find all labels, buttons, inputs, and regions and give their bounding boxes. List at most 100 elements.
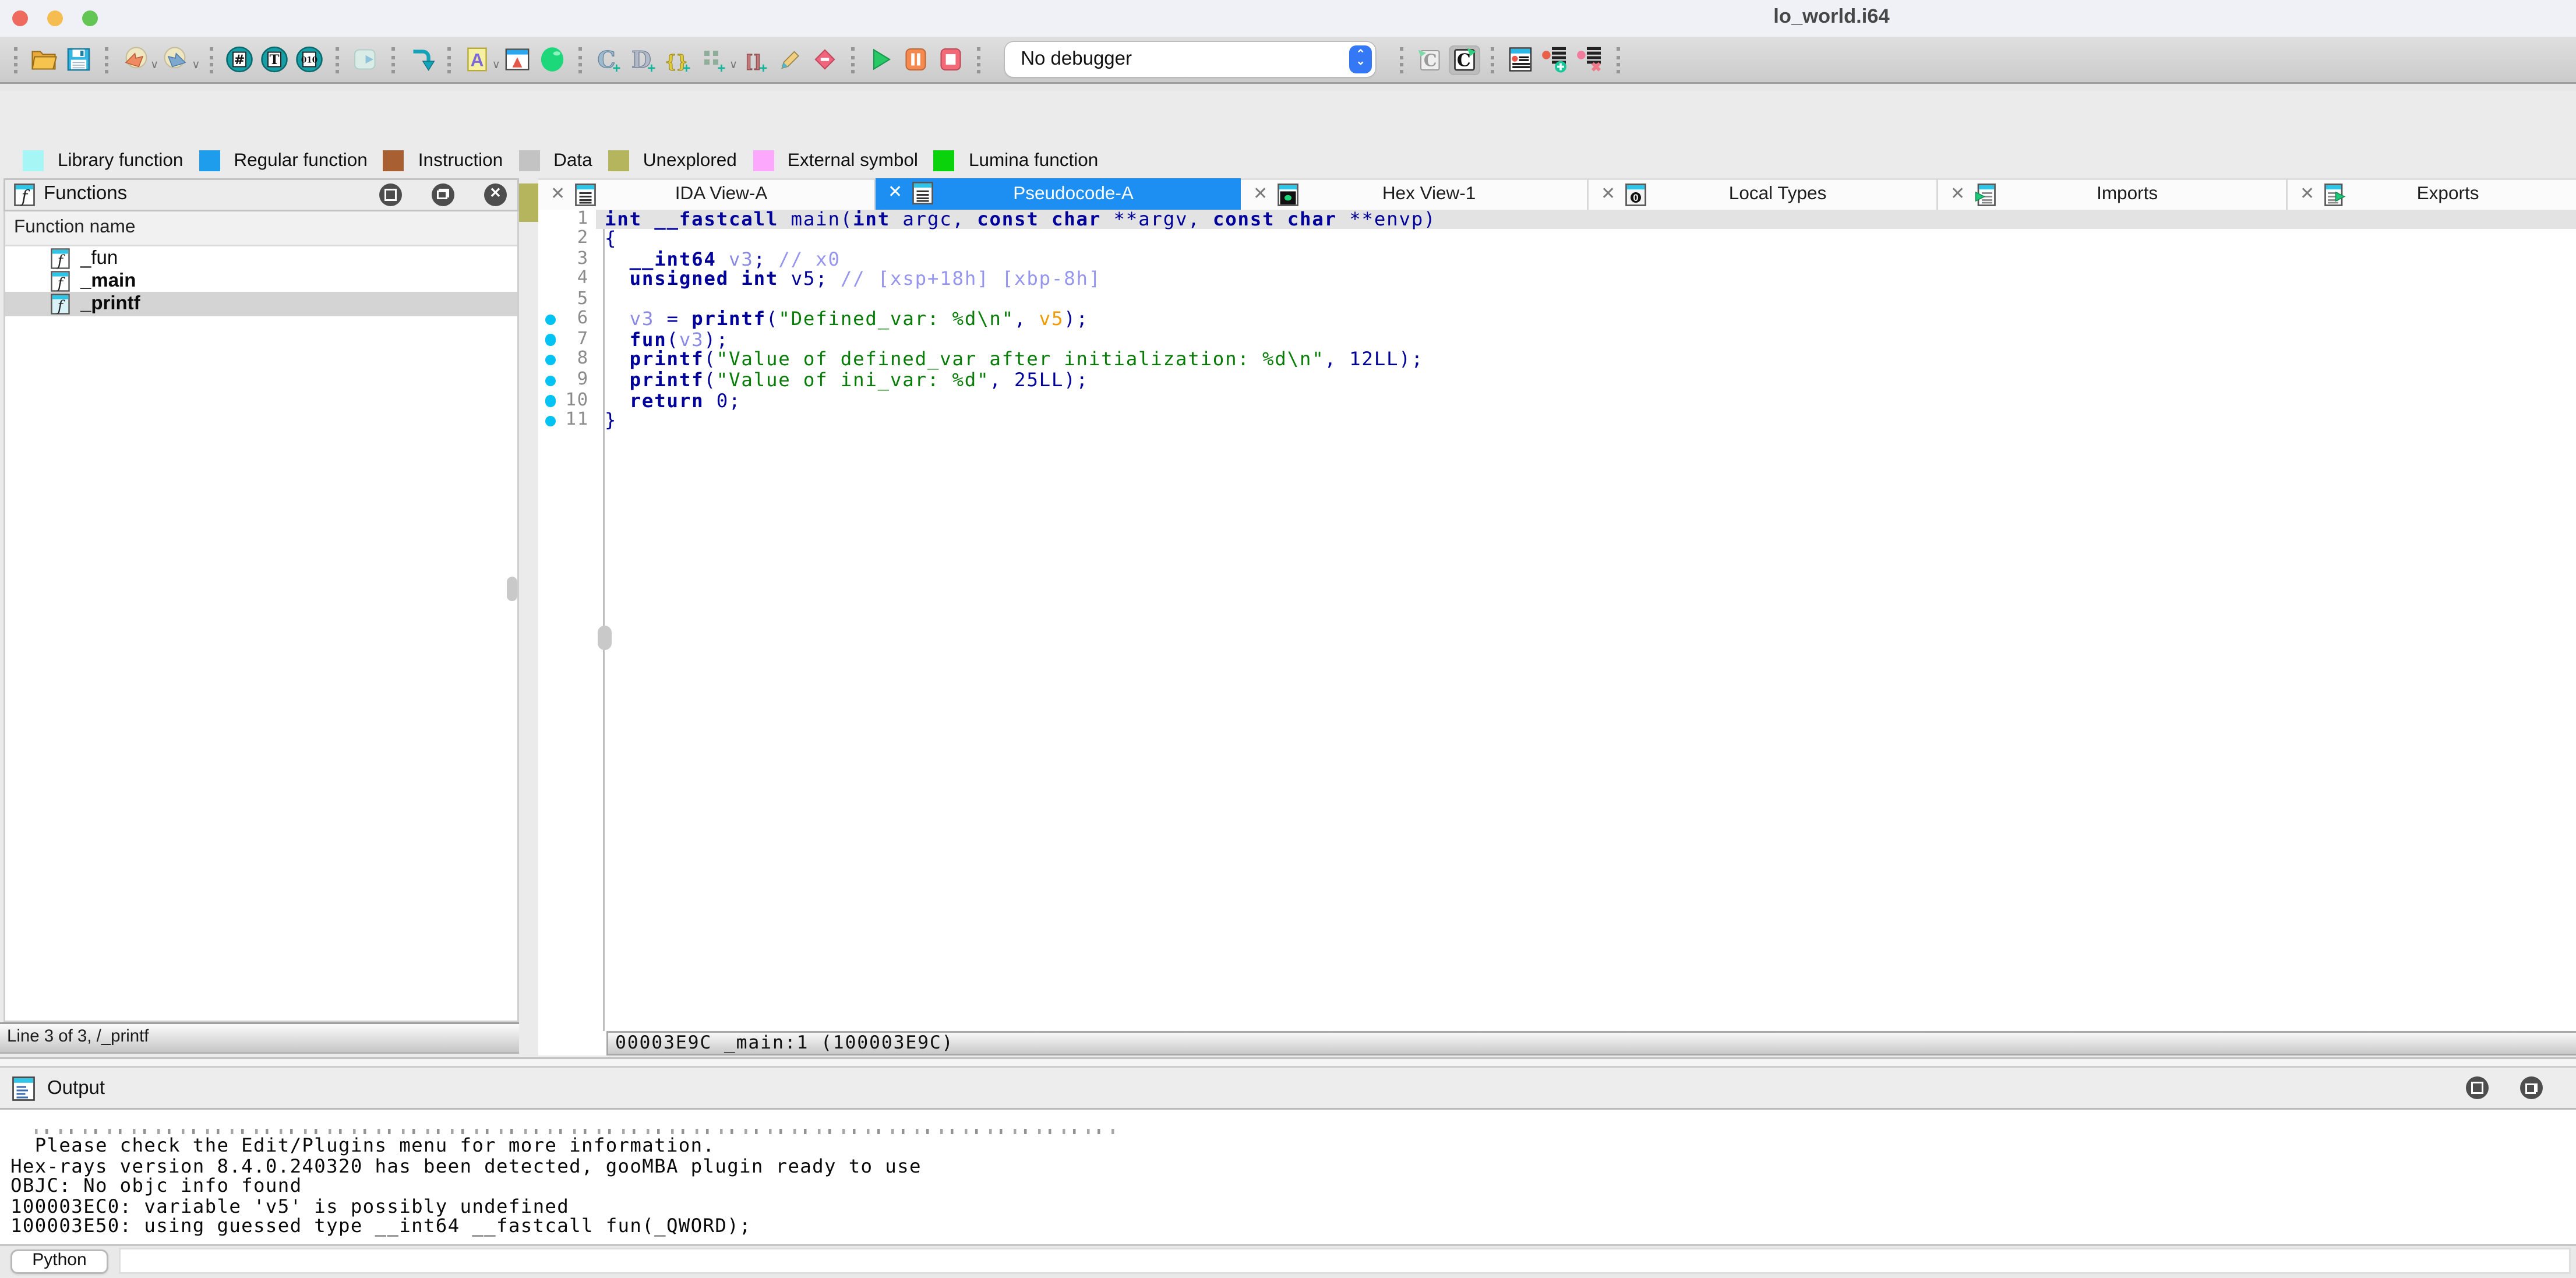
code-text: v3 = printf("Defined_var: %d\n", v5); — [596, 310, 2576, 330]
code-line-11[interactable]: 11} — [538, 411, 2576, 431]
navigate-forward-icon[interactable] — [160, 45, 192, 75]
output-line: 100003EC0: variable 'v5' is possibly und… — [10, 1196, 2576, 1217]
text-constant-icon[interactable]: T — [258, 45, 290, 75]
functions-panel-title: Functions — [44, 184, 127, 205]
code-splitter-thumb[interactable] — [597, 625, 611, 649]
debugger-select-stepper-icon[interactable]: ⌃⌄ — [1349, 45, 1372, 73]
number-constant-icon[interactable]: # — [223, 45, 255, 75]
breakpoint-remove-icon[interactable] — [1575, 45, 1606, 75]
functions-scrollbar-thumb[interactable] — [506, 577, 517, 601]
function-row-main[interactable]: f _main — [5, 270, 517, 293]
rename-dropdown-chevron-icon[interactable]: ∨ — [492, 58, 500, 72]
breakpoint-dot-icon[interactable] — [545, 395, 556, 406]
navigate-back-icon[interactable] — [119, 45, 150, 75]
legend-swatch — [608, 150, 629, 171]
jump-to-operand-icon[interactable] — [349, 45, 380, 75]
minimize-window-button[interactable] — [47, 10, 63, 26]
create-array-dropdown-chevron-icon[interactable]: ∨ — [729, 58, 737, 72]
tab-label: Imports — [1996, 184, 2286, 205]
function-row-printf[interactable]: f _printf — [5, 292, 517, 316]
output-maximize-button[interactable] — [2466, 1076, 2489, 1099]
toolbar-separator — [851, 47, 855, 73]
breakpoint-add-icon[interactable] — [1540, 45, 1571, 75]
svg-text:+: + — [648, 61, 656, 73]
stop-process-icon[interactable] — [935, 45, 966, 75]
tab-close-icon[interactable]: ✕ — [551, 185, 565, 204]
dock-divider[interactable] — [0, 1057, 2576, 1067]
tab-imports[interactable]: ✕ Imports — [1938, 178, 2288, 209]
breakpoint-list-icon[interactable] — [1505, 45, 1536, 75]
tab-close-icon[interactable]: ✕ — [2300, 185, 2314, 204]
toolbar-separator — [105, 47, 108, 73]
tab-close-icon[interactable]: ✕ — [1950, 185, 1965, 204]
tab-exports[interactable]: ✕ Exports — [2288, 178, 2576, 209]
create-function-icon[interactable]: C+ — [593, 45, 624, 75]
create-array-icon[interactable]: + — [698, 45, 729, 75]
functions-panel-header[interactable]: f Functions ✕ — [3, 178, 519, 211]
function-name: _main — [80, 270, 136, 291]
output-panel-header[interactable]: Output — [0, 1068, 2576, 1108]
navigate-forward-dropdown-chevron-icon[interactable]: ∨ — [192, 58, 200, 72]
tab-close-icon[interactable]: ✕ — [1601, 185, 1615, 204]
navigate-back-dropdown-chevron-icon[interactable]: ∨ — [150, 58, 158, 72]
legend-label: Unexplored — [643, 150, 737, 171]
jump-down-icon[interactable] — [405, 45, 436, 75]
code-line-3[interactable]: 3 __int64 v3; // x0 — [538, 249, 2576, 270]
output-line: OBJC: No objc info found — [10, 1176, 2576, 1196]
save-file-icon[interactable] — [63, 45, 94, 75]
pause-process-icon[interactable] — [900, 45, 931, 75]
svg-text:+: + — [760, 61, 768, 73]
code-line-6[interactable]: 6 v3 = printf("Defined_var: %d\n", v5); — [538, 310, 2576, 330]
lumina-icon[interactable] — [537, 45, 569, 75]
create-data-icon[interactable]: D+ — [628, 45, 659, 75]
clipped-log-line — [35, 1129, 1118, 1134]
code-text: } — [596, 411, 2576, 431]
tab-local-types[interactable]: ✕ 0 Local Types — [1589, 178, 1938, 209]
code-line-2[interactable]: 2{ — [538, 229, 2576, 249]
cli-language-button[interactable]: Python — [10, 1249, 108, 1273]
tab-close-icon[interactable]: ✕ — [888, 184, 902, 203]
navband-legend: Library functionRegular functionInstruct… — [23, 150, 1114, 171]
functions-maximize-button[interactable] — [379, 183, 402, 206]
graph-window-icon[interactable] — [502, 45, 534, 75]
tab-hex-view-1[interactable]: ✕ Hex View-1 — [1241, 178, 1589, 209]
pseudocode-view[interactable]: 1int __fastcall main(int argc, const cha… — [538, 209, 2576, 1030]
create-struct-icon[interactable]: {}+ — [663, 45, 694, 75]
output-line: Hex-rays version 8.4.0.240320 has been d… — [10, 1156, 2576, 1177]
breakpoint-diamond-icon[interactable] — [809, 45, 841, 75]
legend-label: Lumina function — [969, 150, 1098, 171]
output-float-button[interactable] — [2520, 1076, 2543, 1099]
produce-c-header-icon[interactable]: C — [1414, 45, 1445, 75]
function-row-fun[interactable]: f _fun — [5, 246, 517, 270]
debugger-select[interactable]: No debugger ⌃⌄ — [1005, 42, 1375, 77]
tab-close-icon[interactable]: ✕ — [1253, 185, 1268, 204]
binary-constant-icon[interactable]: 010 — [293, 45, 324, 75]
produce-c-source-icon[interactable]: C — [1449, 45, 1480, 75]
rename-icon[interactable]: A — [461, 45, 492, 75]
code-line-7[interactable]: 7 fun(v3); — [538, 330, 2576, 351]
output-log[interactable]: Please check the Edit/Plugins menu for m… — [0, 1110, 2576, 1244]
code-text: printf("Value of ini_var: %d", 25LL); — [596, 370, 2576, 391]
code-line-10[interactable]: 10 return 0; — [538, 391, 2576, 411]
breakpoint-dot-icon[interactable] — [545, 334, 556, 345]
code-line-4[interactable]: 4 unsigned int v5; // [xsp+18h] [xbp-8h] — [538, 270, 2576, 290]
start-process-icon[interactable] — [865, 45, 897, 75]
close-window-button[interactable] — [12, 10, 28, 26]
create-segment-icon[interactable]: []+ — [739, 45, 771, 75]
open-file-icon[interactable] — [28, 45, 59, 75]
tab-ida-view-a[interactable]: ✕ IDA View-A — [538, 178, 876, 209]
functions-list: Function name f _funf _mainf _printf — [3, 211, 519, 1023]
edit-item-icon[interactable] — [774, 45, 806, 75]
code-line-1[interactable]: 1int __fastcall main(int argc, const cha… — [538, 209, 2576, 230]
code-line-9[interactable]: 9 printf("Value of ini_var: %d", 25LL); — [538, 370, 2576, 391]
zoom-window-button[interactable] — [82, 10, 98, 26]
cli-input[interactable] — [119, 1247, 2571, 1275]
debugger-select-value: No debugger — [1005, 49, 1349, 70]
functions-close-button[interactable]: ✕ — [484, 183, 507, 206]
code-line-5[interactable]: 5 — [538, 290, 2576, 310]
svg-text:#: # — [233, 52, 244, 68]
tab-pseudocode-a[interactable]: ✕ Pseudocode-A — [876, 178, 1241, 209]
code-line-8[interactable]: 8 printf("Value of defined_var after ini… — [538, 350, 2576, 370]
functions-float-button[interactable] — [432, 183, 454, 206]
functions-column-header[interactable]: Function name — [5, 211, 517, 247]
